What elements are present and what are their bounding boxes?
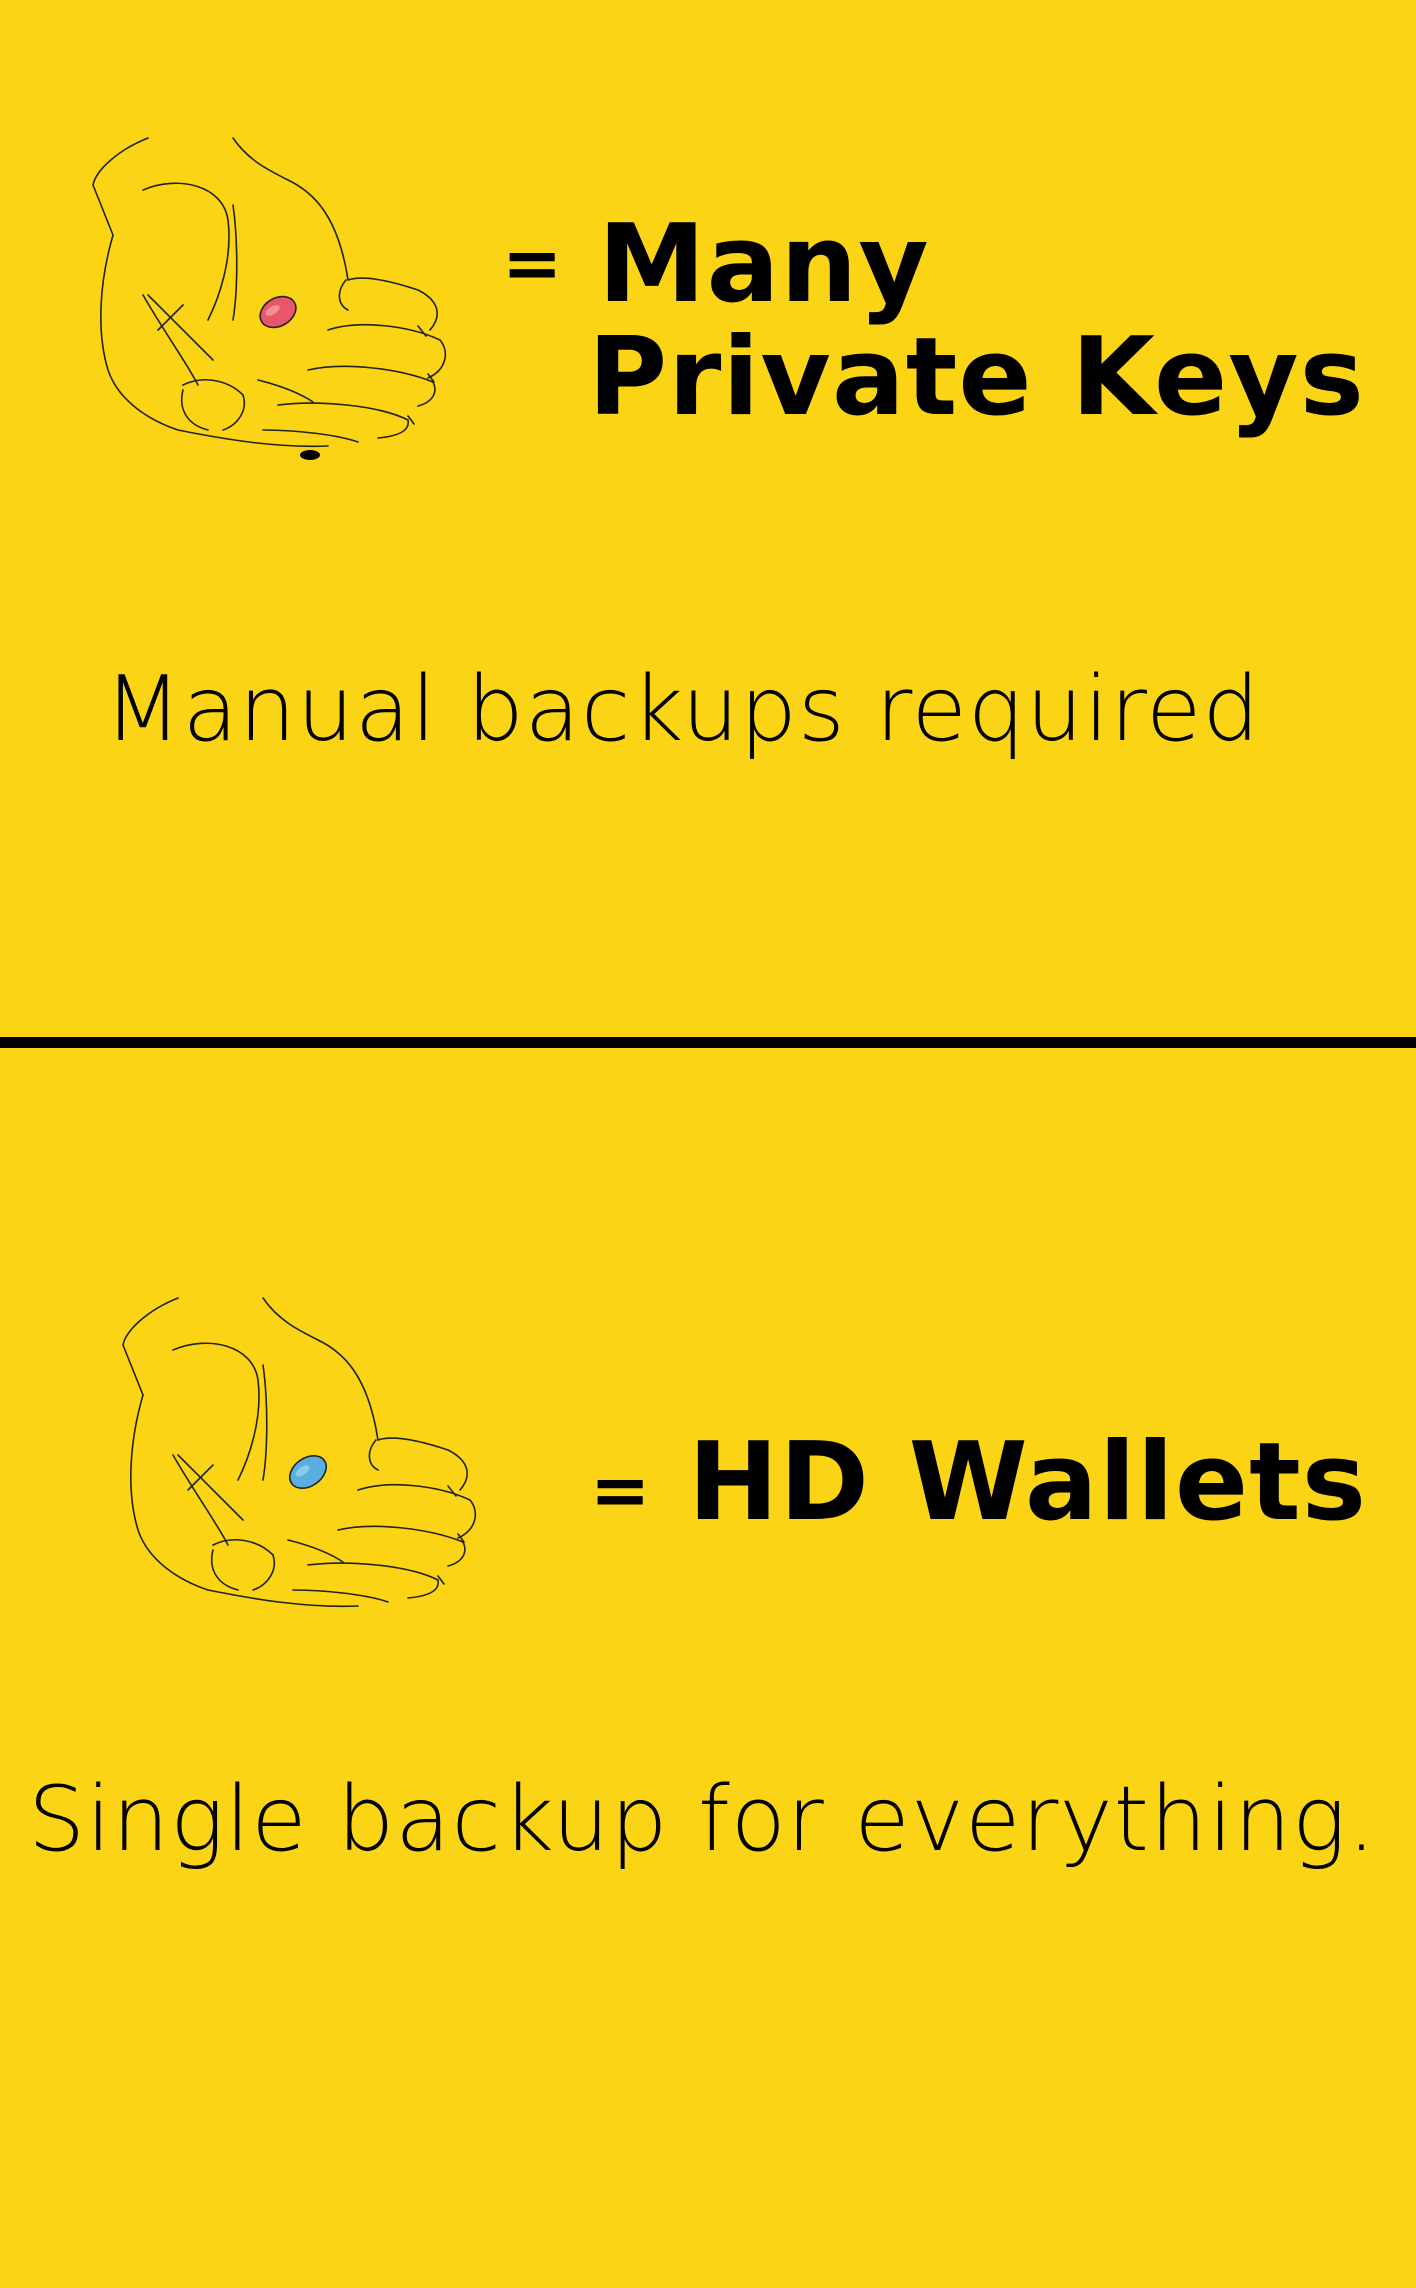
bottom-panel bbox=[0, 1048, 1416, 2288]
panel-divider bbox=[0, 1037, 1416, 1048]
equals-sign: = bbox=[502, 221, 563, 305]
heading-line-1: Many bbox=[598, 202, 930, 327]
heading-line-2: Private Keys bbox=[588, 315, 1365, 440]
hand-with-red-pill-icon bbox=[88, 130, 458, 470]
heading-hd-wallets: HD Wallets bbox=[688, 1420, 1367, 1545]
meme-canvas: = Many Private Keys Manual backups requi… bbox=[0, 0, 1416, 2288]
equals-sign: = bbox=[590, 1448, 651, 1532]
caption-top: Manual backups required bbox=[104, 657, 1261, 762]
hand-with-blue-pill-icon bbox=[118, 1290, 488, 1630]
caption-bottom: Single backup for everything. bbox=[28, 1767, 1377, 1872]
